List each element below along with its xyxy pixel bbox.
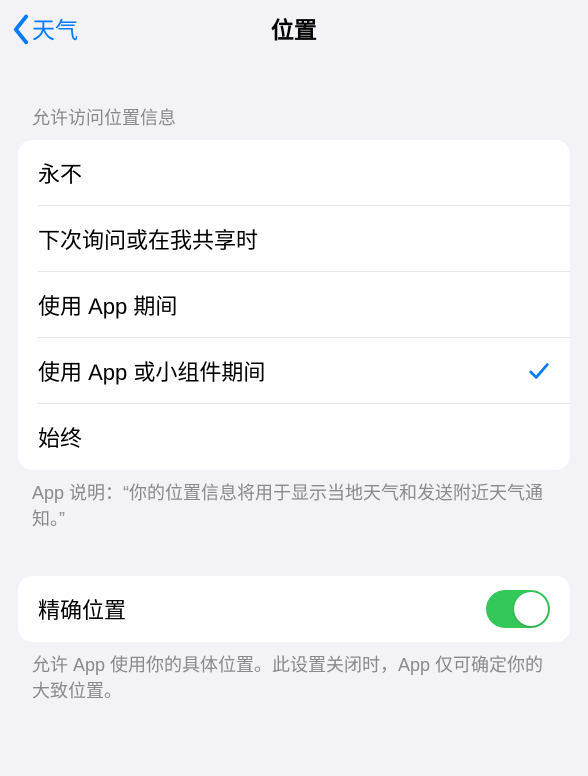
location-access-options: 永不 下次询问或在我共享时 使用 App 期间 使用 App 或小组件期间 始终 — [18, 140, 570, 470]
section-header-location-access: 允许访问位置信息 — [0, 56, 588, 140]
precise-location-row[interactable]: 精确位置 — [18, 576, 570, 642]
navigation-bar: 天气 位置 — [0, 0, 588, 56]
section-footer-app-explanation: App 说明：“你的位置信息将用于显示当地天气和发送附近天气通知。” — [0, 470, 588, 532]
option-label: 始终 — [38, 421, 82, 453]
option-while-using[interactable]: 使用 App 期间 — [18, 272, 570, 338]
back-button[interactable]: 天气 — [8, 7, 82, 49]
checkmark-icon — [528, 360, 550, 382]
option-label: 使用 App 或小组件期间 — [38, 355, 265, 387]
switch-knob — [514, 592, 548, 626]
chevron-left-icon — [12, 14, 30, 42]
option-label: 使用 App 期间 — [38, 289, 177, 321]
page-title: 位置 — [271, 11, 317, 45]
precise-location-group: 精确位置 — [18, 576, 570, 642]
option-label: 永不 — [38, 157, 82, 189]
section-footer-precise-location: 允许 App 使用你的具体位置。此设置关闭时，App 仅可确定你的大致位置。 — [0, 642, 588, 704]
option-always[interactable]: 始终 — [18, 404, 570, 470]
option-ask-next-time[interactable]: 下次询问或在我共享时 — [18, 206, 570, 272]
option-label: 下次询问或在我共享时 — [38, 223, 258, 255]
option-while-using-or-widgets[interactable]: 使用 App 或小组件期间 — [18, 338, 570, 404]
precise-location-toggle[interactable] — [486, 590, 550, 628]
precise-location-label: 精确位置 — [38, 593, 126, 625]
back-label: 天气 — [32, 11, 78, 45]
option-never[interactable]: 永不 — [18, 140, 570, 206]
